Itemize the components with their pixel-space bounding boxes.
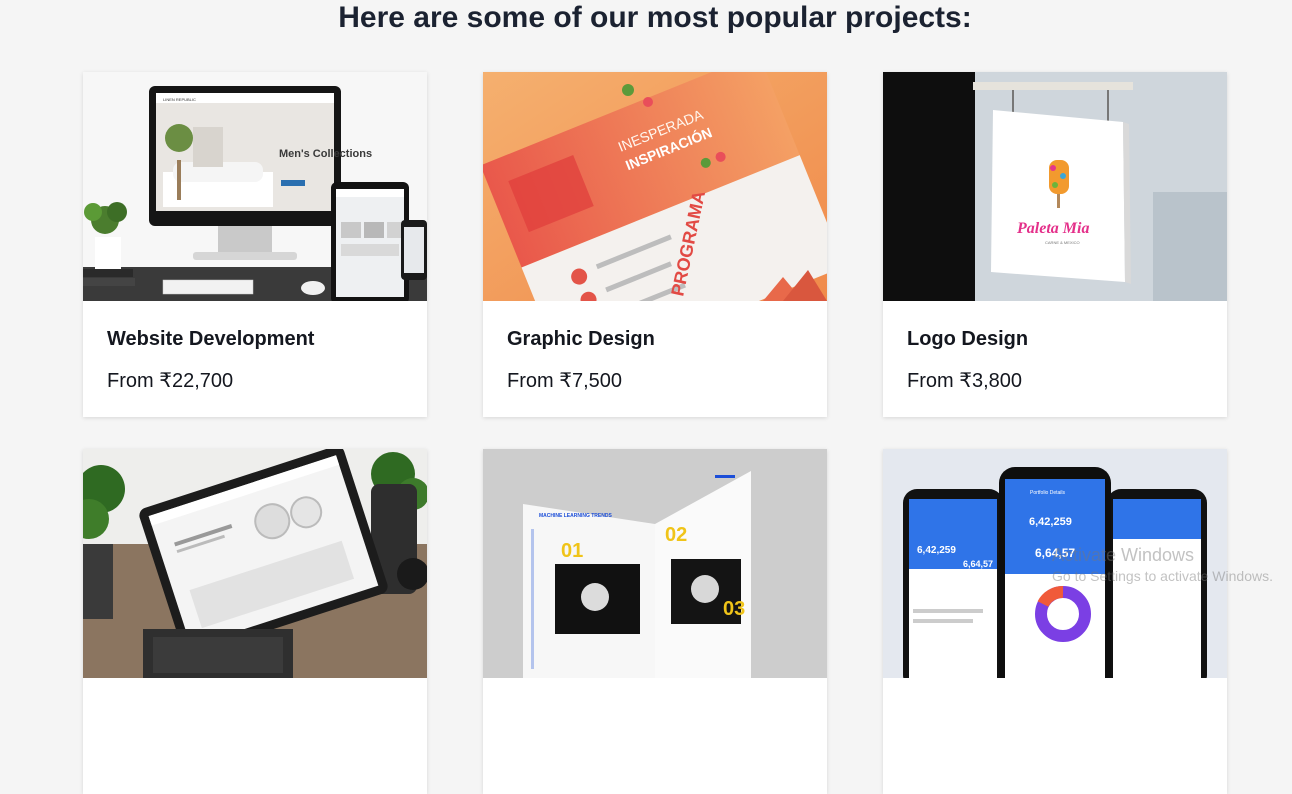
project-card-6[interactable]: 6,42,259 Portfolio Details 6,42,259 6,64… [883,449,1227,794]
project-card-4[interactable] [83,449,427,794]
website-development-image: LINEN REPUBLIC Men's Collections [83,72,427,301]
logo-design-image: Paleta Mia CARNE & MEXICO [883,72,1227,301]
card-title: Logo Design [907,328,1029,350]
book-number-01: 01 [561,540,583,562]
project-card-graphic-design[interactable]: INESPERADA INSPIRACIÓN PROGRAMA Graphic … [483,72,827,417]
book-number-03: 03 [723,598,745,620]
project-card-5[interactable]: MACHINE LEARNING TRENDS 01 02 03 [483,449,827,794]
website-headline-text: Men's Collections [279,148,372,160]
app-value-left: 6,42,259 [917,545,956,556]
card-price: From ₹3,800 [907,370,1022,392]
logo-brand-text: Paleta Mia [1016,220,1089,237]
logo-sub-text: CARNE & MEXICO [1045,240,1080,245]
graphic-design-image: INESPERADA INSPIRACIÓN PROGRAMA [483,72,827,301]
card-price: From ₹22,700 [107,370,234,392]
card-title: Website Development [107,328,315,350]
windows-activation-subtitle: Go to Settings to activate Windows. [1052,568,1273,584]
app-value-right: 6,64,57 [963,559,993,569]
tablet-mockup-image [83,449,427,678]
card-title: Graphic Design [507,328,655,350]
windows-activation-title: Activate Windows [1052,545,1195,565]
project-card-logo-design[interactable]: Paleta Mia CARNE & MEXICO Logo Design Fr… [883,72,1227,417]
section-heading: Here are some of our most popular projec… [338,1,972,34]
website-brand-text: LINEN REPUBLIC [163,97,196,102]
project-card-website-development[interactable]: LINEN REPUBLIC Men's Collections Website… [83,72,427,417]
app-value-top: 6,42,259 [1029,516,1072,528]
book-mockup-image: MACHINE LEARNING TRENDS 01 02 03 [483,449,827,678]
app-screen-title: Portfolio Details [1030,490,1066,496]
card-price: From ₹7,500 [507,370,622,392]
book-number-02: 02 [665,524,687,546]
book-tag-text: MACHINE LEARNING TRENDS [539,513,612,519]
